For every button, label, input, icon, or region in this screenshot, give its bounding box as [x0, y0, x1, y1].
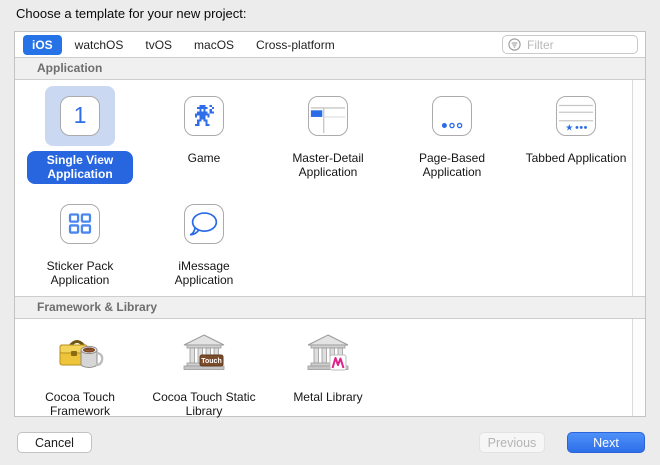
sticker-pack-icon [60, 204, 100, 244]
tab-tvos[interactable]: tvOS [136, 35, 181, 55]
filter-input[interactable] [502, 35, 638, 54]
template-item-master-detail-application[interactable]: Master-Detail Application [266, 80, 390, 188]
template-label: Tabbed Application [525, 151, 627, 165]
platform-tabbar: iOS watchOS tvOS macOS Cross-platform [15, 32, 645, 57]
imessage-icon [184, 204, 224, 244]
previous-button[interactable]: Previous [479, 432, 545, 453]
template-item-cocoa-touch-static-library[interactable]: Touch Cocoa Touch Static Library [142, 319, 266, 418]
template-label: Single View Application [27, 151, 133, 184]
next-button[interactable]: Next [567, 432, 645, 453]
template-label: Cocoa Touch Framework [45, 390, 115, 418]
template-label: Master-Detail Application [292, 151, 364, 179]
svg-text:★: ★ [565, 123, 573, 133]
template-label: Cocoa Touch Static Library [152, 390, 256, 418]
tab-cross-platform[interactable]: Cross-platform [247, 35, 344, 55]
template-item-page-based-application[interactable]: Page-Based Application [390, 80, 514, 188]
tab-watchos[interactable]: watchOS [66, 35, 133, 55]
templates-panel: iOS watchOS tvOS macOS Cross-platform Ap… [14, 31, 646, 418]
single-view-icon: 1 [60, 96, 100, 136]
single-view-icon-number: 1 [73, 101, 87, 128]
master-detail-icon [308, 96, 348, 136]
page-based-icon [432, 96, 472, 136]
application-template-grid: 1 Single View Application Game Master-De… [15, 80, 645, 296]
template-item-tabbed-application[interactable]: ★ Tabbed Application [514, 80, 638, 188]
template-item-game[interactable]: Game [142, 80, 266, 188]
template-item-imessage-application[interactable]: iMessage Application [142, 188, 266, 296]
selection-highlight: 1 [45, 86, 115, 146]
tabbed-icon: ★ [556, 96, 596, 136]
filter-icon [508, 38, 521, 51]
template-item-metal-library[interactable]: Metal Library [266, 319, 390, 418]
template-label: Page-Based Application [418, 151, 486, 179]
page-title: Choose a template for your new project: [16, 6, 247, 21]
template-label: Sticker Pack Application [46, 259, 114, 287]
game-icon [184, 96, 224, 136]
new-project-dialog: { "window": { "title": "Choose a templat… [0, 0, 660, 465]
section-header-application: Application [15, 57, 645, 80]
bank-metal-icon [303, 330, 353, 380]
template-item-sticker-pack-application[interactable]: Sticker Pack Application [18, 188, 142, 296]
section-header-framework-library: Framework & Library [15, 296, 645, 319]
tab-ios[interactable]: iOS [23, 34, 62, 55]
bank-touch-icon: Touch [179, 330, 229, 380]
cancel-button[interactable]: Cancel [17, 432, 92, 453]
tab-macos[interactable]: macOS [185, 35, 243, 55]
template-item-single-view-application[interactable]: 1 Single View Application [18, 80, 142, 188]
framework-template-grid: Cocoa Touch Framework Touch Cocoa Touch … [15, 319, 645, 418]
scrollbar-track[interactable] [632, 57, 645, 416]
template-item-cocoa-touch-framework[interactable]: Cocoa Touch Framework [18, 319, 142, 418]
template-label: Game [187, 151, 221, 165]
template-label: iMessage Application [174, 259, 234, 287]
filter-field [502, 35, 638, 54]
template-label: Metal Library [293, 390, 363, 404]
toolbox-icon [55, 330, 105, 380]
touch-badge-label: Touch [201, 358, 221, 365]
